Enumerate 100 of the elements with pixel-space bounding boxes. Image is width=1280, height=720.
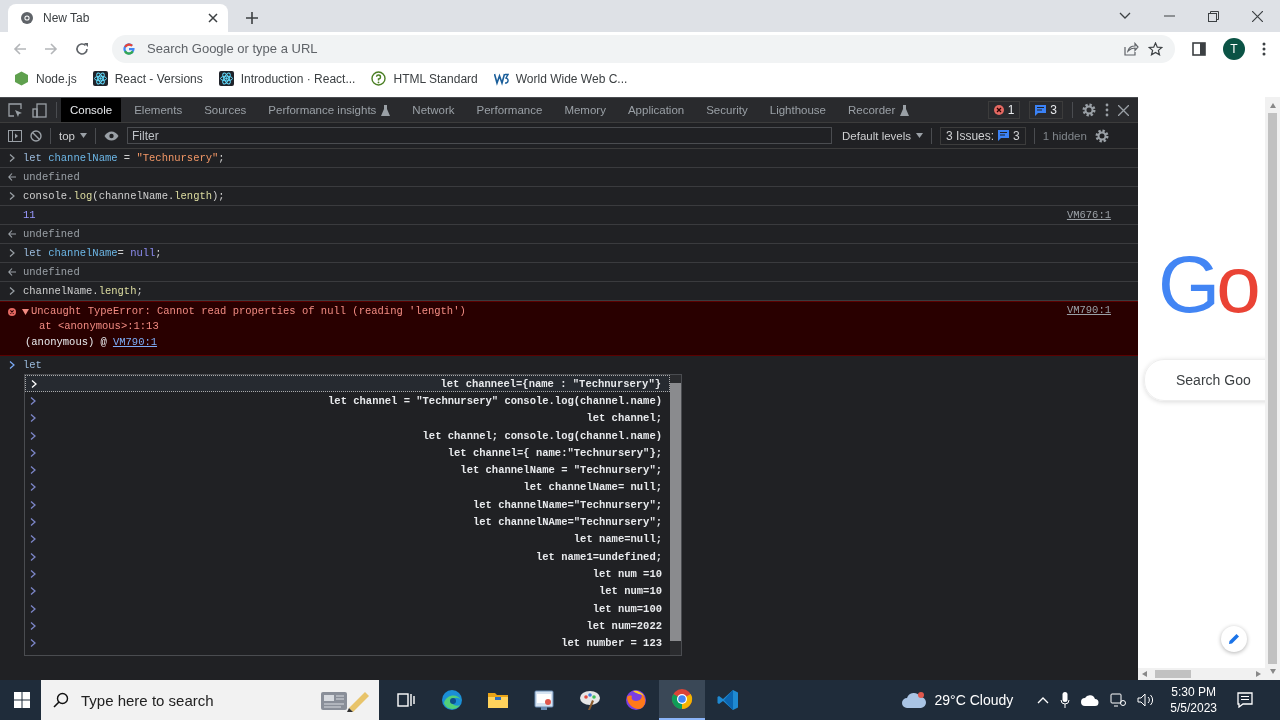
scroll-thumb[interactable] — [1268, 113, 1277, 664]
message-counter[interactable]: 3 — [1029, 101, 1063, 119]
suggestion-item[interactable]: let channel; console.log(channel.name) — [25, 426, 670, 445]
customize-button[interactable] — [1221, 626, 1247, 652]
bookmark[interactable]: React - Versions — [92, 71, 203, 86]
profile-avatar[interactable]: T — [1223, 37, 1245, 60]
console-input[interactable]: let — [23, 359, 42, 371]
context-dropdown[interactable]: top — [59, 129, 87, 142]
suggestion-item[interactable]: let num =10 — [25, 565, 670, 583]
close-icon[interactable] — [208, 13, 218, 23]
suggestion-item[interactable]: let channel; — [25, 409, 670, 427]
suggestion-item[interactable]: let number = 123 — [25, 634, 670, 652]
address-input[interactable]: Search Google or type a URL — [145, 40, 1115, 57]
menu-icon[interactable] — [1262, 41, 1266, 56]
chevron-down-icon[interactable] — [1119, 12, 1131, 20]
share-icon[interactable] — [1124, 41, 1139, 56]
inspect-icon[interactable] — [8, 102, 23, 118]
weather-widget[interactable]: 29°C Cloudy — [900, 691, 1014, 709]
bookmark[interactable]: Introduction · React... — [218, 71, 356, 86]
notification-icon[interactable] — [1237, 692, 1253, 708]
issues-button[interactable]: 3 Issues: 3 — [940, 126, 1026, 145]
suggestion-item[interactable]: let channelName= null; — [25, 478, 670, 497]
levels-dropdown[interactable]: Default levels — [842, 129, 924, 142]
settings-icon[interactable] — [1094, 128, 1109, 143]
suggestion-item[interactable]: let channelNAme="Technursery"; — [25, 513, 670, 531]
log-output: 11 — [23, 209, 36, 221]
suggestion-item[interactable]: let channel={ name:"Technursery"}; — [25, 444, 670, 462]
code-line: let channelName= null; — [23, 247, 162, 259]
restore-icon[interactable] — [1208, 10, 1219, 22]
scrollbar[interactable] — [1265, 97, 1280, 680]
start-icon[interactable] — [14, 692, 30, 708]
new-tab-icon[interactable] — [246, 12, 258, 24]
hidden-count: 1 hidden — [1042, 129, 1087, 142]
chevron-up-icon[interactable] — [1037, 696, 1050, 704]
close-icon[interactable] — [1118, 104, 1129, 116]
arrow-left-icon[interactable] — [1142, 671, 1147, 677]
filter-field[interactable]: Filter — [127, 127, 832, 144]
suggestion-item[interactable]: let num=10 — [25, 582, 670, 600]
scroll-thumb[interactable] — [1155, 670, 1191, 678]
taskbar-search-field[interactable]: Type here to search — [41, 680, 379, 720]
side-panel-icon[interactable] — [1192, 41, 1206, 56]
browser-tab[interactable]: New Tab — [8, 4, 228, 32]
suggestion-item[interactable]: let num=100 — [25, 599, 670, 618]
suggestion-item[interactable]: let channelName = "Technursery"; — [25, 461, 670, 479]
bookmark[interactable]: HTML Standard — [371, 71, 478, 86]
devtools-tab[interactable]: Security — [697, 98, 757, 122]
clock[interactable]: 5:30 PM 5/5/2023 — [1170, 684, 1217, 716]
devtools-tab[interactable]: Console — [61, 98, 122, 122]
search-input[interactable]: Type here to search — [79, 690, 309, 710]
devtools-tab[interactable]: Elements — [125, 98, 192, 122]
star-icon[interactable] — [1148, 41, 1163, 56]
error-counter[interactable]: 1 — [987, 101, 1021, 119]
browser-icon[interactable] — [659, 680, 705, 720]
speaker-icon[interactable] — [1137, 693, 1156, 707]
clear-icon[interactable] — [30, 129, 42, 142]
devtools-tab[interactable]: Performance — [467, 98, 552, 122]
display-icon[interactable] — [1110, 693, 1127, 707]
eye-icon[interactable] — [104, 130, 119, 141]
bookmark[interactable]: Node.js — [14, 71, 77, 86]
close-icon[interactable] — [1252, 10, 1263, 22]
scrollbar[interactable] — [1138, 668, 1265, 680]
cloud-icon[interactable] — [1081, 694, 1100, 706]
suggestion-item[interactable]: let channeel={name : "Technursery"} — [25, 375, 670, 393]
devtools-tab[interactable]: Memory — [555, 98, 615, 122]
caret-icon — [80, 133, 87, 138]
bookmark[interactable]: World Wide Web C... — [493, 71, 628, 86]
address-bar[interactable]: Search Google or type a URL — [112, 34, 1175, 63]
device-icon[interactable] — [32, 102, 47, 118]
suggestion-item[interactable]: let channelName="Technursery"; — [25, 496, 670, 514]
search-input[interactable]: Search Goo — [1174, 371, 1265, 389]
stack-frame: (anonymous) @ — [25, 335, 107, 349]
devtools-tab[interactable]: Network — [403, 98, 464, 122]
devtools-tab[interactable]: Lighthouse — [760, 98, 835, 122]
arrow-right-icon[interactable] — [1256, 671, 1261, 677]
devtools-tab[interactable]: Recorder — [839, 98, 919, 122]
source-link[interactable]: VM790:1 — [1066, 304, 1111, 316]
sidebar-icon[interactable] — [8, 129, 22, 142]
source-link[interactable]: VM676:1 — [1066, 209, 1111, 221]
reload-icon[interactable] — [75, 41, 89, 56]
suggestion-item[interactable]: let num=2022 — [25, 617, 670, 635]
devtools-tab[interactable]: Application — [618, 98, 694, 122]
arrow-down-icon[interactable] — [1269, 669, 1276, 674]
arrow-up-icon[interactable] — [1269, 103, 1276, 108]
devtools-tab[interactable]: Performance insights — [259, 98, 400, 122]
suggestion-item[interactable]: let name1=undefined; — [25, 547, 670, 566]
suggestion-item[interactable]: let name=null; — [25, 530, 670, 548]
source-link[interactable]: VM790:1 — [112, 335, 158, 349]
chevron-icon — [8, 154, 16, 162]
settings-icon[interactable] — [1082, 103, 1096, 117]
code-line: channelName.length; — [23, 285, 143, 297]
chevron-icon — [8, 192, 16, 200]
devtools-tab[interactable]: Sources — [195, 98, 256, 122]
microphone-icon[interactable] — [1060, 692, 1071, 708]
error-message: Uncaught TypeError: Cannot read properties of null (reading 'length') — [31, 304, 466, 319]
more-icon[interactable] — [1105, 103, 1109, 117]
search-field[interactable]: Search Goo — [1144, 359, 1265, 401]
chevron-icon — [8, 249, 16, 257]
suggestion-item[interactable]: let channel = "Technursery" console.log(channel.name) — [25, 392, 670, 410]
caret-icon — [916, 133, 924, 138]
triangle-down-icon[interactable] — [22, 308, 29, 315]
